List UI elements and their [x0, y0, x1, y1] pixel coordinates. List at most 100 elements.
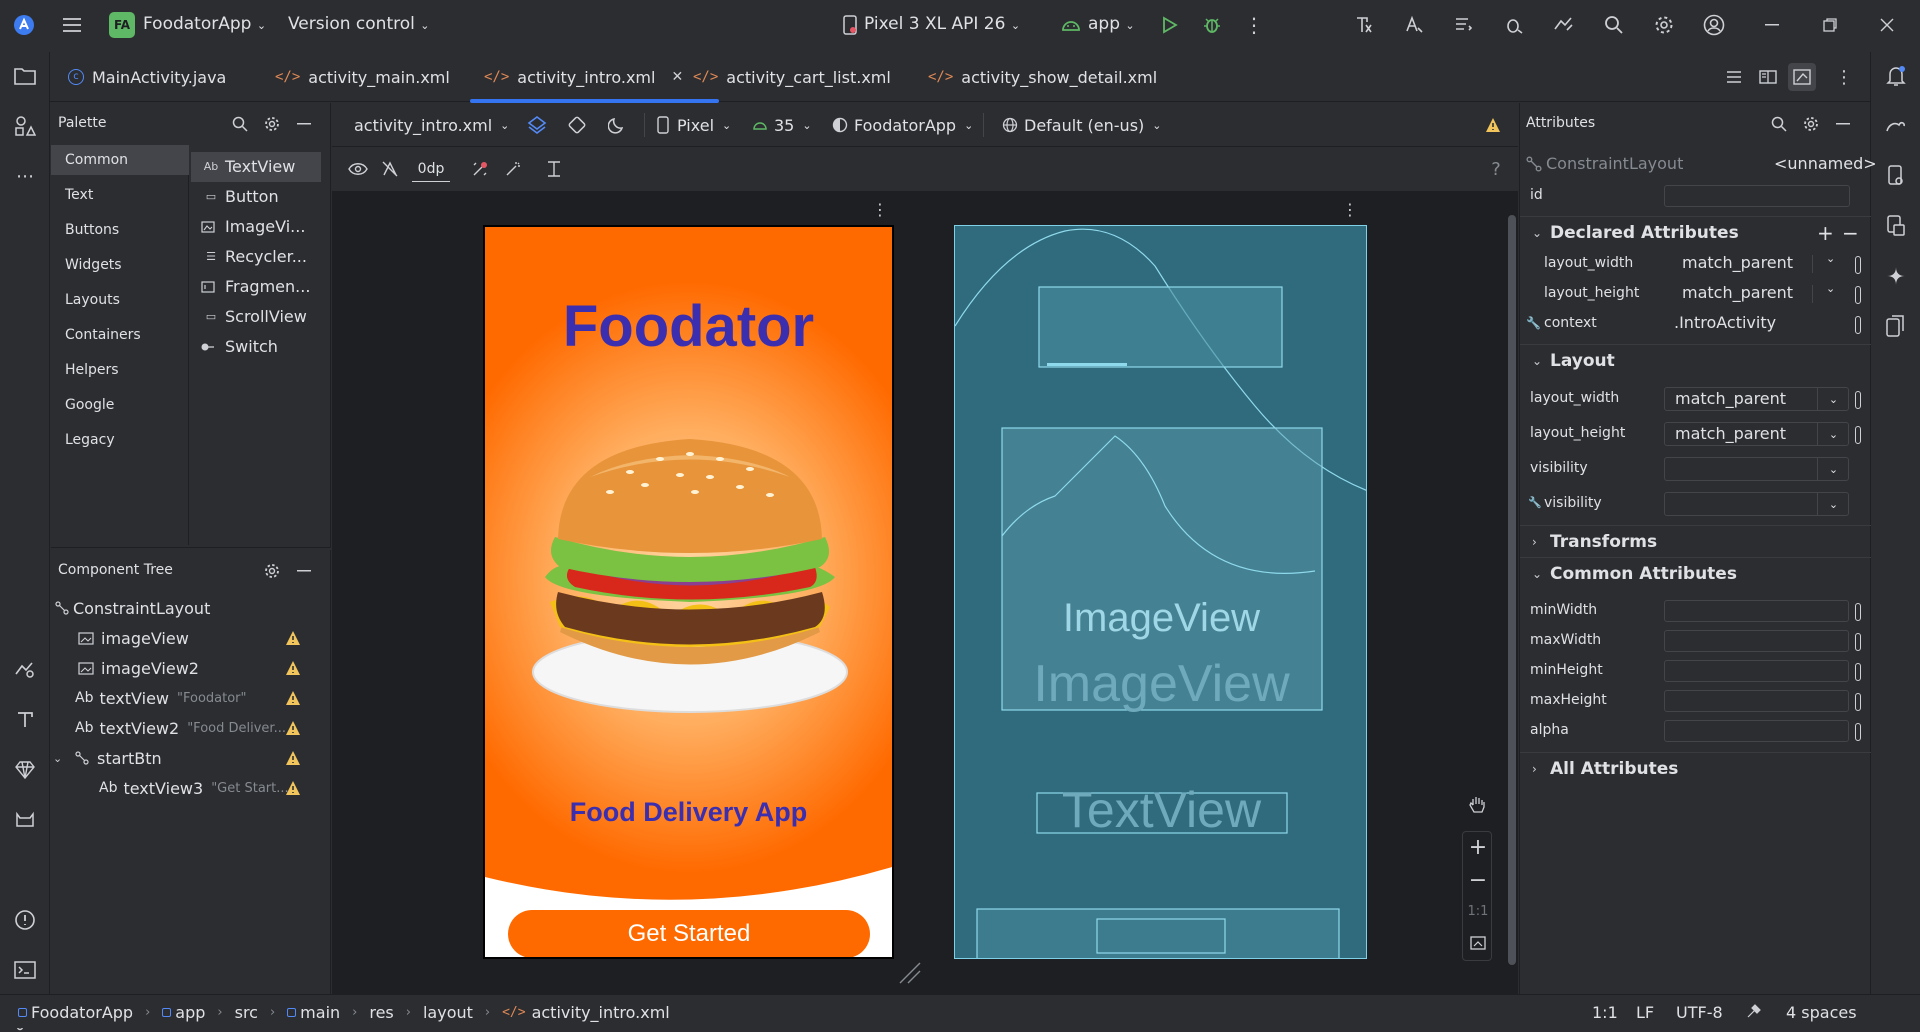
zoom-in-icon[interactable]: +	[1467, 835, 1489, 860]
device-selector[interactable]: Pixel 3 XL API 26 ⌄	[864, 14, 1020, 34]
gem-icon[interactable]	[13, 758, 37, 782]
palette-settings-icon[interactable]	[261, 113, 283, 135]
resource-picker-icon[interactable]	[1855, 316, 1861, 334]
resource-picker-icon[interactable]	[1855, 603, 1861, 621]
attributes-search-icon[interactable]	[1768, 113, 1790, 135]
problems-icon[interactable]	[13, 908, 37, 932]
run-icon[interactable]	[1159, 14, 1181, 36]
line-ending[interactable]: LF	[1636, 1003, 1654, 1022]
design-more-icon[interactable]: ⋮	[870, 199, 890, 219]
tree-node-textview3[interactable]: Ab textView3 "Get Start...	[99, 773, 289, 803]
caret-position[interactable]: 1:1	[1592, 1003, 1618, 1022]
section-transforms[interactable]: › Transforms	[1520, 525, 1871, 557]
tree-hide-icon[interactable]	[293, 560, 315, 582]
zoom-out-icon[interactable]: −	[1467, 868, 1489, 893]
palette-hide-icon[interactable]	[293, 113, 315, 135]
palette-item-recyclerview[interactable]: ☰ Recycler...	[191, 242, 321, 272]
resource-picker-icon[interactable]	[1855, 286, 1861, 304]
breadcrumb-item[interactable]: res	[369, 1003, 393, 1022]
chevron-down-icon[interactable]: ⌄	[53, 752, 71, 765]
warning-icon[interactable]	[285, 660, 301, 676]
section-declared-attributes[interactable]: ⌄ Declared Attributes + −	[1520, 216, 1871, 248]
code-view-icon[interactable]	[1722, 65, 1746, 89]
design-surface-icon[interactable]	[525, 113, 549, 137]
project-name-dropdown[interactable]: FoodatorApp ⌄	[143, 14, 266, 34]
breadcrumb-item[interactable]: main	[300, 1003, 340, 1022]
tab-mainactivity-java[interactable]: c MainActivity.java	[68, 52, 226, 102]
warning-icon[interactable]	[285, 630, 301, 646]
clear-constraints-icon[interactable]	[468, 157, 492, 181]
palette-item-switch[interactable]: Switch	[191, 332, 321, 362]
logcat-icon[interactable]	[13, 808, 37, 832]
resource-picker-icon[interactable]	[1855, 391, 1861, 409]
min-width-field[interactable]	[1664, 600, 1849, 622]
category-containers[interactable]: Containers	[51, 320, 189, 350]
hamburger-icon[interactable]	[60, 13, 84, 37]
chevron-down-icon[interactable]: ⌄	[1817, 492, 1849, 516]
palette-search-icon[interactable]	[229, 113, 251, 135]
api-level-dropdown[interactable]: 35 ⌄	[752, 103, 812, 147]
attach-debugger-icon[interactable]	[1502, 13, 1526, 37]
close-icon[interactable]	[1877, 13, 1897, 37]
category-widgets[interactable]: Widgets	[51, 250, 189, 280]
infer-constraints-icon[interactable]	[501, 157, 525, 181]
get-started-button[interactable]: Get Started	[508, 910, 870, 957]
palette-item-button[interactable]: ▭ Button	[191, 182, 321, 212]
section-common-attributes[interactable]: ⌄ Common Attributes	[1520, 557, 1871, 589]
tab-activity-cart-list-xml[interactable]: </> activity_cart_list.xml	[693, 52, 891, 102]
tree-settings-icon[interactable]	[261, 560, 283, 582]
android-studio-icon[interactable]	[12, 13, 36, 37]
pan-hand-icon[interactable]	[1462, 789, 1492, 821]
breadcrumb-item[interactable]: activity_intro.xml	[532, 1003, 670, 1022]
id-field[interactable]	[1664, 185, 1850, 207]
terminal-icon[interactable]	[13, 958, 37, 982]
device-file-icon[interactable]	[1884, 164, 1908, 188]
file-dropdown[interactable]: activity_intro.xml ⌄	[354, 103, 509, 147]
category-buttons[interactable]: Buttons	[51, 215, 189, 245]
min-height-field[interactable]	[1664, 660, 1849, 682]
resource-picker-icon[interactable]	[1855, 723, 1861, 741]
chevron-down-icon[interactable]: ⌄	[1817, 387, 1849, 411]
max-height-field[interactable]	[1664, 690, 1849, 712]
zoom-fit-icon[interactable]	[1467, 932, 1489, 954]
category-layouts[interactable]: Layouts	[51, 285, 189, 315]
add-attribute-icon[interactable]: +	[1817, 217, 1834, 249]
warning-icon[interactable]	[285, 720, 301, 736]
breadcrumb-item[interactable]: layout	[423, 1003, 473, 1022]
code-style-icon[interactable]	[1744, 1001, 1764, 1021]
close-tab-icon[interactable]: ✕	[671, 69, 683, 85]
tab-activity-show-detail-xml[interactable]: </> activity_show_detail.xml	[928, 52, 1157, 102]
category-helpers[interactable]: Helpers	[51, 355, 189, 385]
autoconnect-icon[interactable]	[378, 157, 402, 181]
search-icon[interactable]	[1602, 13, 1626, 37]
max-width-field[interactable]	[1664, 630, 1849, 652]
chevron-down-icon[interactable]: ⌄	[1817, 422, 1849, 446]
indent-setting[interactable]: 4 spaces	[1786, 1003, 1857, 1022]
design-preview[interactable]: Foodator Food Delivery App Get Started	[483, 225, 894, 959]
more-icon[interactable]: ⋮	[1243, 13, 1265, 37]
tree-node-textview[interactable]: Ab textView "Foodator"	[75, 683, 247, 713]
gradle-icon[interactable]	[1884, 114, 1908, 138]
palette-item-textview[interactable]: Ab TextView	[191, 152, 321, 182]
resource-picker-icon[interactable]	[1855, 693, 1861, 711]
eye-icon[interactable]	[346, 157, 370, 181]
chevron-down-icon[interactable]: ⌄	[1826, 282, 1835, 295]
warning-icon[interactable]	[1485, 117, 1501, 133]
breadcrumb-item[interactable]: FoodatorApp	[31, 1003, 133, 1022]
tree-node-imageview[interactable]: imageView	[75, 623, 189, 653]
attributes-hide-icon[interactable]	[1832, 113, 1854, 135]
notifications-icon[interactable]	[1884, 64, 1908, 88]
warning-icon[interactable]	[285, 750, 301, 766]
gemini-icon[interactable]	[1884, 264, 1908, 288]
tree-node-constraintlayout[interactable]: ConstraintLayout	[51, 593, 210, 623]
category-common[interactable]: Common	[51, 145, 189, 175]
debug-icon[interactable]	[1201, 14, 1223, 36]
tree-node-imageview2[interactable]: imageView2	[75, 653, 199, 683]
category-legacy[interactable]: Legacy	[51, 425, 189, 455]
category-google[interactable]: Google	[51, 390, 189, 420]
remove-attribute-icon[interactable]: −	[1842, 217, 1859, 249]
running-devices-icon[interactable]	[1884, 214, 1908, 238]
blueprint-view[interactable]: ImageView ImageView TextView	[954, 225, 1367, 959]
section-all-attributes[interactable]: › All Attributes	[1520, 752, 1871, 784]
resource-picker-icon[interactable]	[1855, 633, 1861, 651]
